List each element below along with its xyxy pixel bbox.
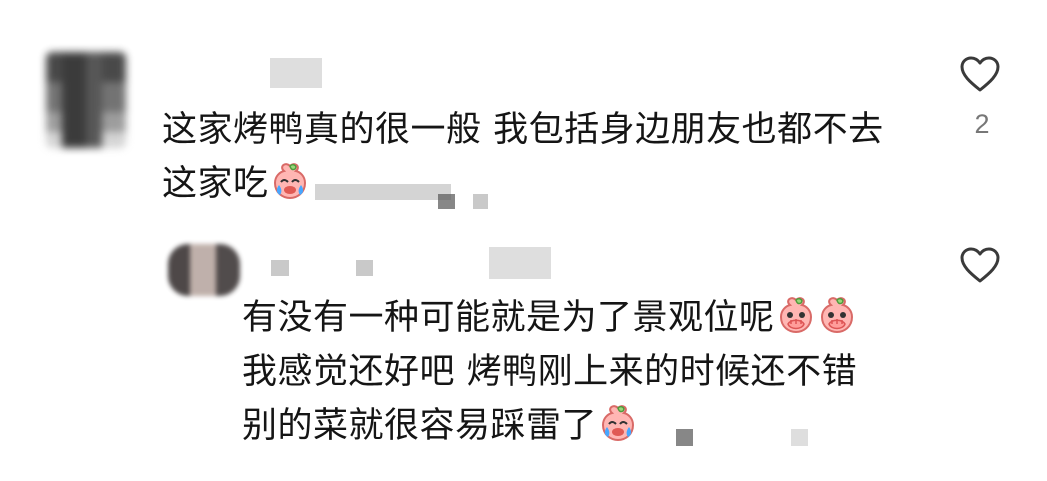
main-comment-line-2: 这家吃 — [162, 157, 884, 211]
username-mask-reply-2 — [356, 260, 373, 276]
main-comment-text: 这家烤鸭真的很一般 我包括身边朋友也都不去 这家吃 — [162, 103, 884, 211]
reply-comment-text: 有没有一种可能就是为了景观位呢 我感觉还好吧 烤鸭刚上来的时候还不错 别的菜就很… — [242, 291, 857, 453]
mask-block-main-1 — [438, 194, 455, 209]
masked-text-trail-main — [314, 184, 451, 200]
username-mask-reply-3 — [489, 247, 551, 279]
covering-mouth-peach-icon — [776, 296, 816, 336]
username-mask-main[interactable] — [270, 58, 322, 88]
reply-line-1: 有没有一种可能就是为了景观位呢 — [242, 291, 857, 345]
mask-block-main-2 — [473, 194, 488, 209]
crying-peach-icon — [270, 162, 310, 202]
like-count: 2 — [974, 109, 990, 139]
mask-block-reply-2 — [791, 429, 808, 446]
user-avatar-main[interactable] — [46, 52, 126, 148]
comment-thread: 这家烤鸭真的很一般 我包括身边朋友也都不去 这家吃 2 有没有一种可能就是为了景… — [0, 0, 1047, 481]
crying-peach-icon-reply — [598, 404, 638, 444]
reply-line-2: 我感觉还好吧 烤鸭刚上来的时候还不错 — [242, 352, 858, 392]
main-comment-line-2-text: 这家吃 — [162, 164, 269, 204]
reply-like-heart-icon[interactable] — [958, 245, 1002, 285]
covering-mouth-peach-icon-2 — [817, 296, 857, 336]
user-avatar-reply[interactable] — [168, 244, 240, 296]
main-comment-line-1: 这家烤鸭真的很一般 我包括身边朋友也都不去 — [162, 110, 884, 150]
reply-line-3-text: 别的菜就很容易踩雷了 — [242, 406, 598, 446]
reply-line-3: 别的菜就很容易踩雷了 — [242, 399, 857, 453]
reply-line-1-text: 有没有一种可能就是为了景观位呢 — [242, 298, 775, 338]
like-heart-icon[interactable] — [958, 54, 1002, 94]
mask-block-reply-1 — [676, 429, 693, 446]
username-mask-reply-1[interactable] — [271, 260, 289, 276]
